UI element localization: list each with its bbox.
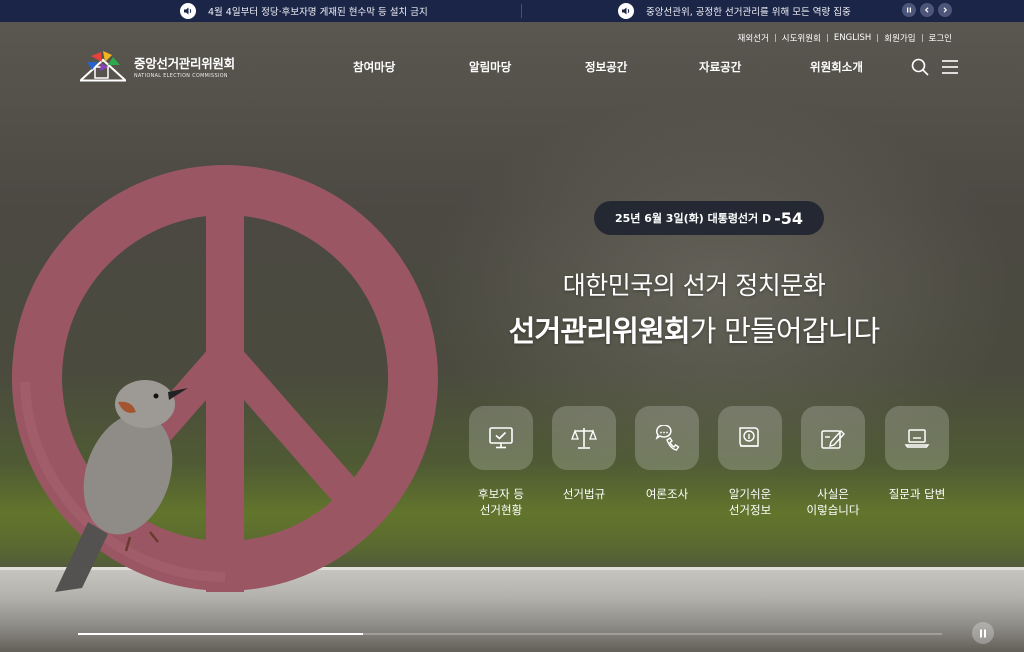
quick-link-candidates[interactable]: 후보자 등 선거현황 <box>469 406 533 518</box>
dday-label: 25년 6월 3일(화) 대통령선거 D <box>614 212 772 225</box>
nav-item-archive[interactable]: 자료공간 <box>699 59 741 75</box>
quick-link-label: 선거현황 <box>479 503 523 517</box>
notice-item[interactable]: 4월 4일부터 정당·후보자명 게재된 현수막 등 설치 금지 <box>180 0 428 22</box>
util-link-english[interactable]: ENGLISH <box>828 33 877 43</box>
search-icon[interactable] <box>910 57 930 77</box>
scales-icon <box>571 428 597 449</box>
nav-item-participation[interactable]: 참여마당 <box>353 59 395 75</box>
chevron-right-icon[interactable] <box>938 3 952 17</box>
notice-divider <box>521 4 522 18</box>
document-pen-icon <box>821 429 845 449</box>
util-link-signup[interactable]: 회원가입 <box>878 32 921 44</box>
pause-icon[interactable] <box>902 3 916 17</box>
nav-item-notice[interactable]: 알림마당 <box>469 59 511 75</box>
hamburger-menu-icon[interactable] <box>940 58 960 76</box>
main-navigation: 참여마당 알림마당 정보공간 자료공간 위원회소개 <box>0 59 1024 77</box>
util-link-login[interactable]: 로그인 <box>923 32 958 44</box>
phone-chat-icon <box>655 425 680 451</box>
quick-link-qna[interactable]: 질문과 답변 <box>885 406 949 502</box>
quick-link-polls[interactable]: 여론조사 <box>635 406 699 502</box>
quick-link-label: 이렇습니다 <box>806 503 860 517</box>
notice-text[interactable]: 4월 4일부터 정당·후보자명 게재된 현수막 등 설치 금지 <box>208 4 428 18</box>
headline-rest: 가 만들어갑니다 <box>689 314 880 348</box>
quick-link-election-law[interactable]: 선거법규 <box>552 406 616 502</box>
notice-text[interactable]: 중앙선관위, 공정한 선거관리를 위해 모든 역량 집중 <box>646 4 851 18</box>
laptop-icon <box>904 429 930 448</box>
info-book-icon <box>739 427 759 447</box>
notice-controls <box>902 3 952 17</box>
util-link-overseas[interactable]: 재외선거 <box>732 32 775 44</box>
pause-icon[interactable] <box>972 622 994 644</box>
dday-badge: 25년 6월 3일(화) 대통령선거 D -54 <box>594 201 824 235</box>
monitor-check-icon <box>489 427 513 449</box>
dday-count: -54 <box>774 208 804 228</box>
hero-section: 재외선거 시도위원회 ENGLISH 회원가입 로그인 중앙선거관리위원회 NA… <box>0 22 1024 652</box>
speaker-icon <box>618 3 634 19</box>
nav-item-about[interactable]: 위원회소개 <box>810 59 863 75</box>
headline-strong: 선거관리위원회 <box>508 314 691 348</box>
quick-link-facts[interactable]: 사실은 이렇습니다 <box>801 406 865 518</box>
notice-item[interactable]: 중앙선관위, 공정한 선거관리를 위해 모든 역량 집중 <box>618 0 851 22</box>
peace-sign-image <box>11 165 438 592</box>
headline-line1: 대한민국의 선거 정치문화 <box>562 271 826 300</box>
slider-progress-fill <box>78 633 364 635</box>
speaker-icon <box>180 3 196 19</box>
headline-line2: 선거관리위원회가 만들어갑니다 <box>0 308 1024 350</box>
nav-item-info[interactable]: 정보공간 <box>585 59 627 75</box>
quick-link-election-info[interactable]: 알기쉬운 선거정보 <box>718 406 782 518</box>
slider-progress-bar <box>78 633 942 635</box>
notice-bar: 4월 4일부터 정당·후보자명 게재된 현수막 등 설치 금지 중앙선관위, 공… <box>0 0 1024 22</box>
quick-link-label: 질문과 답변 <box>888 487 946 501</box>
utility-links: 재외선거 시도위원회 ENGLISH 회원가입 로그인 <box>732 32 959 44</box>
util-link-regional[interactable]: 시도위원회 <box>776 32 827 44</box>
chevron-left-icon[interactable] <box>920 3 934 17</box>
